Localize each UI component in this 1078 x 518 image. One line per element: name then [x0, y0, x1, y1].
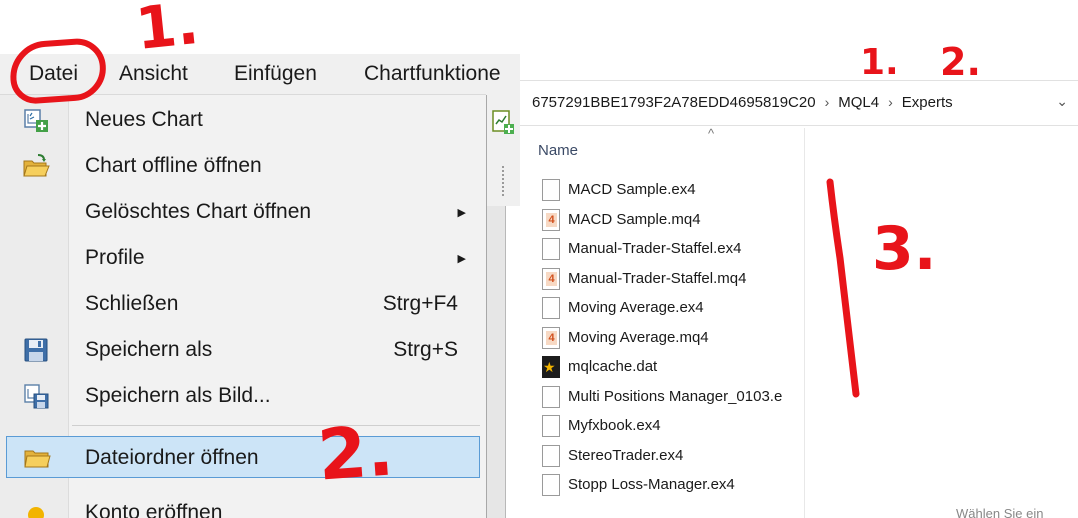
menu-item-label: Neues Chart: [85, 108, 203, 131]
menu-item-shortcut: Strg+F4: [382, 292, 458, 315]
file-name: MACD Sample.mq4: [568, 211, 701, 228]
file-list-item[interactable]: ★ mqlcache.dat: [542, 353, 842, 381]
floppy-disk-icon: [24, 338, 48, 362]
column-header-name[interactable]: Name: [538, 142, 578, 159]
file-list-item[interactable]: 4 Moving Average.mq4: [542, 324, 842, 352]
ex4-file-icon: [542, 386, 560, 408]
file-list-item[interactable]: StereoTrader.ex4: [542, 442, 842, 470]
ex4-file-icon: [542, 238, 560, 260]
file-list-item[interactable]: 4 MACD Sample.mq4: [542, 206, 842, 234]
menu-item-chart-offline-oeffnen[interactable]: Chart offline öffnen: [0, 144, 486, 188]
file-list-item[interactable]: Moving Average.ex4: [542, 294, 842, 322]
new-chart-icon: [24, 109, 48, 132]
menu-item-label: Konto eröffnen: [85, 501, 223, 518]
submenu-arrow-icon: ▶: [457, 207, 466, 219]
menu-item-label: Dateiordner öffnen: [85, 446, 259, 469]
menu-item-schliessen[interactable]: Schließen Strg+F4: [0, 282, 486, 326]
background-panel-edge: [505, 206, 520, 518]
breadcrumb: 6757291BBE1793F2A78EDD4695819C20 › MQL4 › Ex…: [532, 94, 953, 111]
menu-item-label: Schließen: [85, 292, 179, 315]
file-name: Myfxbook.ex4: [568, 417, 661, 434]
menu-item-label: Gelöschtes Chart öffnen: [85, 200, 312, 223]
file-name: MACD Sample.ex4: [568, 181, 696, 198]
file-name: StereoTrader.ex4: [568, 447, 684, 464]
menu-item-label: Profile: [85, 246, 145, 269]
chevron-down-icon[interactable]: ⌄: [1056, 93, 1068, 110]
menu-item-speichern-als-bild[interactable]: Speichern als Bild...: [0, 374, 486, 418]
mq4-badge-icon: 4: [546, 272, 557, 286]
chevron-right-icon[interactable]: ›: [888, 94, 893, 110]
open-folder-icon: [23, 154, 50, 177]
address-bar[interactable]: 6757291BBE1793F2A78EDD4695819C20 › MQL4 › Ex…: [520, 80, 1078, 126]
breadcrumb-item[interactable]: 6757291BBE1793F2A78EDD4695819C20: [532, 94, 816, 111]
menu-separator: [72, 425, 480, 426]
explorer-window: 1. 2. 6757291BBE1793F2A78EDD4695819C20 › M…: [520, 0, 1078, 518]
menu-item-speichern-als[interactable]: Speichern als Strg+S: [0, 328, 486, 372]
mq4-badge-icon: 4: [546, 213, 557, 227]
file-list-item[interactable]: 4 Manual-Trader-Staffel.mq4: [542, 265, 842, 293]
dat-file-icon: ★: [542, 356, 560, 378]
menu-item-neues-chart[interactable]: Neues Chart: [0, 98, 486, 142]
file-list-item[interactable]: Stopp Loss-Manager.ex4: [542, 471, 842, 499]
menu-item-label: Speichern als Bild...: [85, 384, 271, 407]
menu-item-label: Speichern als: [85, 338, 213, 361]
ex4-file-icon: [542, 297, 560, 319]
menu-item-dateiordner-oeffnen[interactable]: Dateiordner öffnen: [6, 436, 480, 478]
annotation-bracket: [826, 178, 860, 398]
ex4-file-icon: [542, 179, 560, 201]
menu-item-geloeschtes-chart-oeffnen[interactable]: Gelöschtes Chart öffnen ▶: [0, 190, 486, 234]
annotation-step-3: 3.: [872, 214, 937, 284]
menu-ansicht[interactable]: Ansicht: [119, 62, 188, 86]
file-name: Moving Average.ex4: [568, 299, 704, 316]
file-name: mqlcache.dat: [568, 358, 658, 375]
ex4-file-icon: [542, 415, 560, 437]
file-name: Multi Positions Manager_0103.e: [568, 388, 783, 405]
annotation-step-1: 1.: [860, 42, 899, 83]
ex4-file-icon: [542, 445, 560, 467]
breadcrumb-item[interactable]: Experts: [902, 94, 953, 111]
file-list-item[interactable]: Myfxbook.ex4: [542, 412, 842, 440]
menu-item-shortcut: Strg+S: [393, 338, 458, 361]
submenu-arrow-icon: ▶: [457, 253, 466, 265]
file-name: Moving Average.mq4: [568, 329, 709, 346]
mq4-file-icon: 4: [542, 327, 560, 349]
sort-ascending-icon: ^: [708, 126, 715, 141]
file-name: Manual-Trader-Staffel.mq4: [568, 270, 747, 287]
menu-einfuegen[interactable]: Einfügen: [234, 62, 317, 86]
file-menu-dropdown: Neues Chart Chart offline öffnen Gelösch…: [0, 95, 487, 518]
menu-chartfunktionen[interactable]: Chartfunktione: [364, 62, 501, 86]
annotation-step-2: 2.: [940, 40, 981, 84]
mq4-badge-icon: 4: [546, 331, 557, 345]
save-image-icon: [24, 384, 49, 409]
menu-item-label: Chart offline öffnen: [85, 154, 262, 177]
account-icon: [28, 507, 44, 518]
star-icon: ★: [543, 359, 556, 375]
file-list-item[interactable]: Multi Positions Manager_0103.e: [542, 383, 842, 411]
annotation-step-2: 2.: [315, 409, 397, 497]
folder-icon: [24, 450, 51, 468]
preview-hint: Wählen Sie ein: [956, 506, 1044, 518]
file-list-item[interactable]: Manual-Trader-Staffel.ex4: [542, 235, 842, 263]
mq4-file-icon: 4: [542, 209, 560, 231]
annotation-step-1: 1.: [132, 0, 202, 64]
file-list-item[interactable]: MACD Sample.ex4: [542, 176, 842, 204]
menu-item-profile[interactable]: Profile ▶: [0, 236, 486, 280]
new-chart-toolbar-icon[interactable]: [488, 108, 516, 136]
toolbar-grip: [502, 166, 518, 196]
metatrader-window: Datei Ansicht Einfügen Chartfunktione Ne…: [0, 0, 520, 518]
breadcrumb-item[interactable]: MQL4: [838, 94, 879, 111]
file-name: Manual-Trader-Staffel.ex4: [568, 240, 742, 257]
file-name: Stopp Loss-Manager.ex4: [568, 476, 735, 493]
ex4-file-icon: [542, 474, 560, 496]
mq4-file-icon: 4: [542, 268, 560, 290]
chevron-right-icon[interactable]: ›: [825, 94, 830, 110]
menu-item-konto-eroeffnen[interactable]: Konto eröffnen: [0, 495, 486, 518]
